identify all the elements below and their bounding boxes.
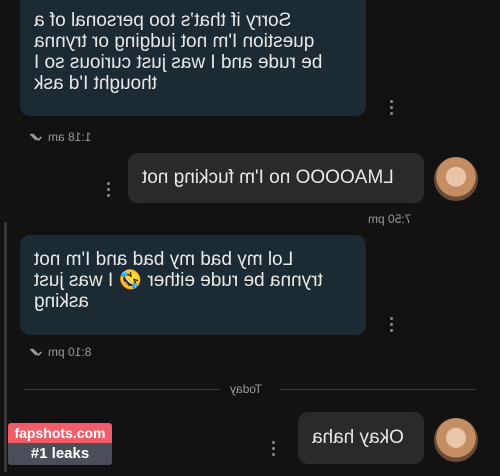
message-bubble-3: Lol my bad my bad and I'm not trynna be … xyxy=(20,235,366,335)
message-meta-3: 8:10 pm xyxy=(24,345,91,359)
message-bubble-2: LMAOOOO no I'm fucking not xyxy=(128,153,424,203)
watermark-tag: #1 leaks xyxy=(8,443,112,465)
message-bubble-1: Sorry if that’s too personal of a questi… xyxy=(20,0,366,116)
avatar[interactable] xyxy=(434,418,478,462)
double-check-icon xyxy=(29,133,42,142)
message-bubble-4: Okay haha xyxy=(298,412,424,464)
double-check-icon xyxy=(29,348,42,357)
more-vertical-icon[interactable] xyxy=(388,100,394,115)
more-vertical-icon[interactable] xyxy=(388,317,394,332)
message-text-3: Lol my bad my bad and I'm not trynna be … xyxy=(34,249,323,312)
message-time-3: 8:10 pm xyxy=(48,345,92,359)
date-divider-label: Today xyxy=(230,382,263,396)
more-vertical-icon[interactable] xyxy=(270,441,276,456)
message-meta-1: 1:18 am xyxy=(24,130,91,144)
message-text-1: Sorry if that’s too personal of a questi… xyxy=(34,10,323,94)
message-text-4: Okay haha xyxy=(312,427,404,448)
avatar[interactable] xyxy=(434,157,478,201)
message-time-2: 7:50 pm xyxy=(368,212,412,226)
more-vertical-icon[interactable] xyxy=(105,182,111,197)
watermark-site: fapshots.com xyxy=(8,423,112,443)
message-meta-2: 7:50 pm xyxy=(368,212,411,226)
scrollbar[interactable] xyxy=(4,222,7,472)
message-time-1: 1:18 am xyxy=(48,130,92,144)
date-divider: Today xyxy=(0,382,500,396)
message-text-2: LMAOOOO no I'm fucking not xyxy=(142,167,394,188)
